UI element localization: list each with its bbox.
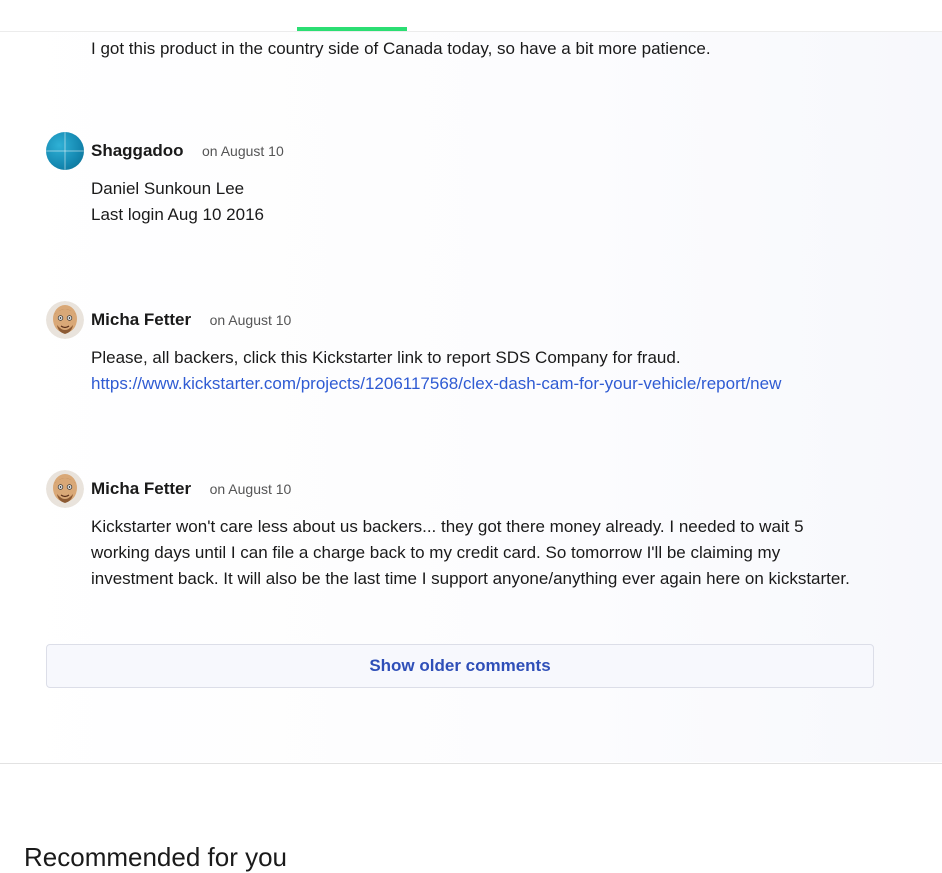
comment-text: Kickstarter won't care less about us bac… — [91, 514, 891, 592]
comment-text-partial: I got this product in the country side o… — [91, 39, 711, 58]
comment-text: Please, all backers, click this Kickstar… — [91, 345, 891, 397]
comment-author[interactable]: Shaggadoo — [91, 141, 184, 160]
comment-line: Daniel Sunkoun Lee — [91, 179, 245, 198]
report-fraud-link[interactable]: https://www.kickstarter.com/projects/120… — [91, 374, 781, 393]
comment-date[interactable]: on August 10 — [210, 481, 292, 497]
user-avatar[interactable] — [46, 470, 84, 508]
comment-line: investment back. It will also be the las… — [91, 569, 850, 588]
user-avatar[interactable] — [46, 301, 84, 339]
comment-header: Micha Fetter on August 10 — [91, 479, 291, 499]
comment-author[interactable]: Micha Fetter — [91, 310, 191, 329]
user-avatar[interactable] — [46, 132, 84, 170]
active-tab-indicator — [297, 27, 407, 31]
comment-line: Kickstarter won't care less about us bac… — [91, 517, 804, 536]
recommended-heading: Recommended for you — [24, 842, 288, 872]
section-divider — [0, 763, 942, 764]
top-nav-bar — [0, 0, 942, 32]
comment-header: Micha Fetter on August 10 — [91, 310, 291, 330]
comment-text: Daniel Sunkoun Lee Last login Aug 10 201… — [91, 176, 891, 228]
comment-line: working days until I can file a charge b… — [91, 543, 781, 562]
comment-line: Please, all backers, click this Kickstar… — [91, 348, 681, 367]
comment-header: Shaggadoo on August 10 — [91, 141, 284, 161]
cartoon-face-icon — [46, 301, 84, 339]
comment-author[interactable]: Micha Fetter — [91, 479, 191, 498]
show-older-comments-button[interactable]: Show older comments — [46, 644, 874, 688]
cartoon-face-icon — [46, 470, 84, 508]
comment-date[interactable]: on August 10 — [210, 312, 292, 328]
comment-line: Last login Aug 10 2016 — [91, 205, 264, 224]
comment-date[interactable]: on August 10 — [202, 143, 284, 159]
